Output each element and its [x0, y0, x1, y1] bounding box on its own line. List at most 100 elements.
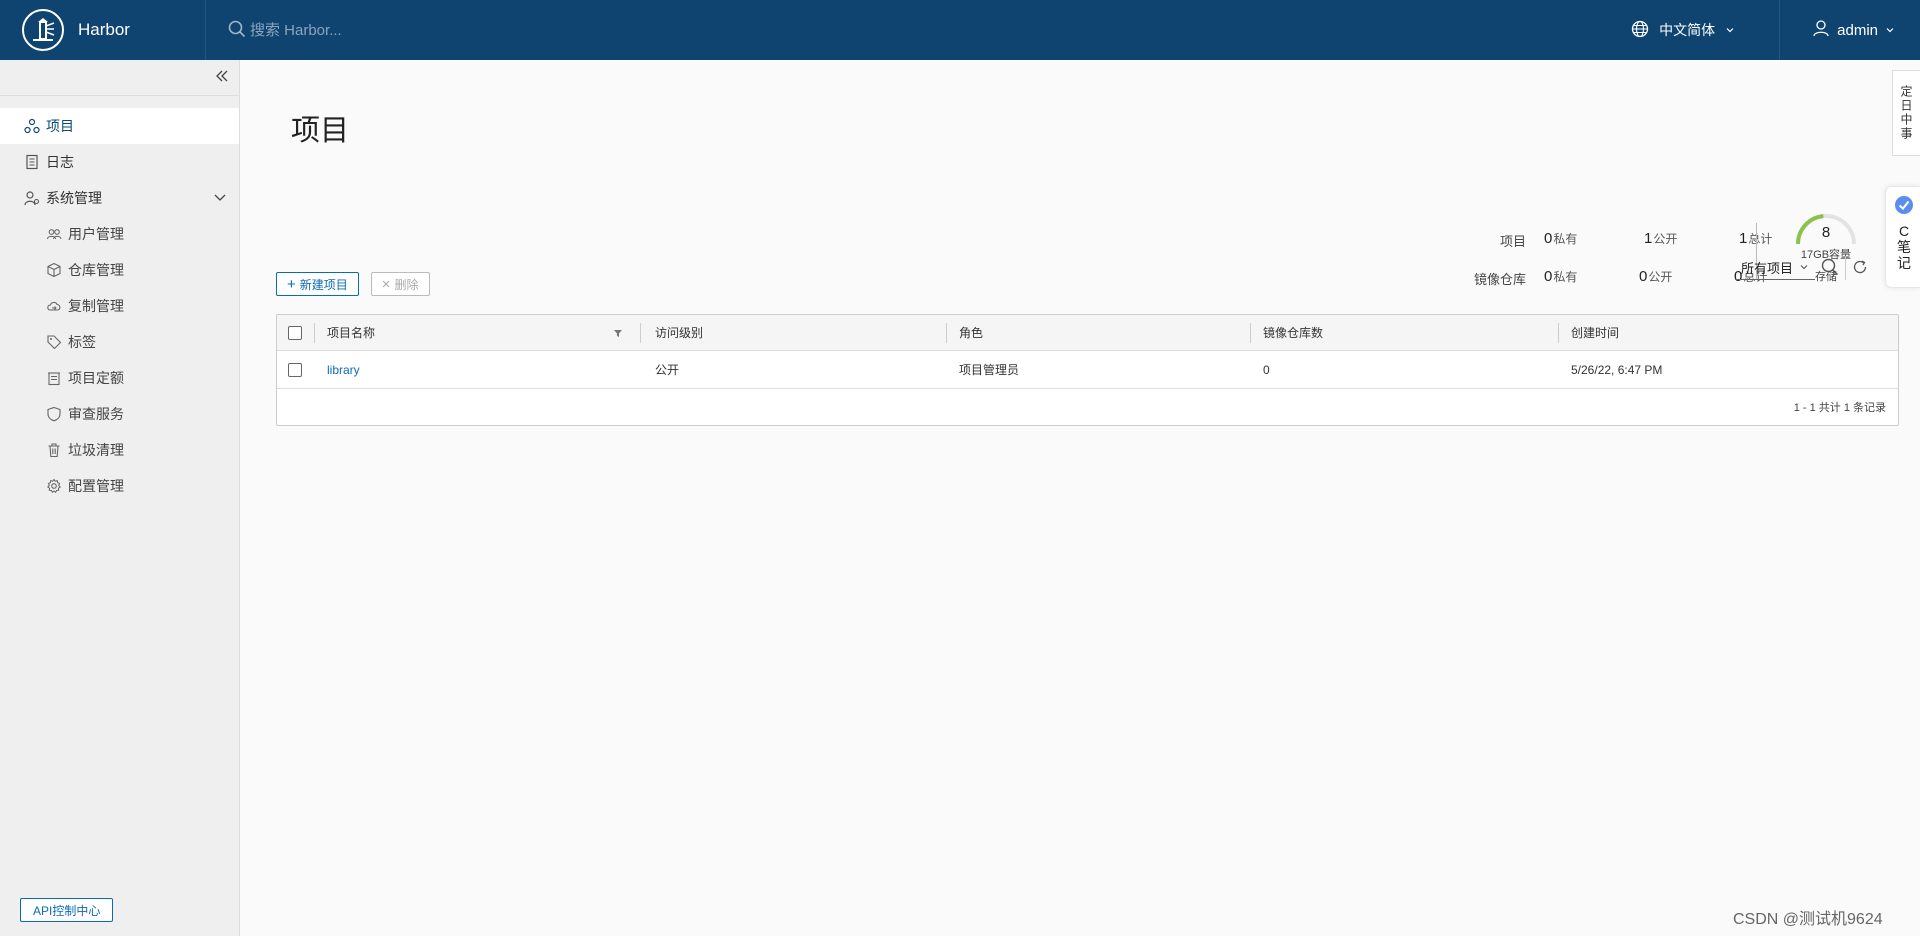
table-header: 项目名称 访问级别 角色 镜像仓库数 创建时间: [277, 315, 1898, 351]
top-header: Harbor 中文简体 admin: [0, 0, 1920, 60]
new-project-label: 新建项目: [299, 277, 348, 292]
users-icon: [46, 226, 62, 242]
user-menu[interactable]: admin: [1779, 0, 1920, 60]
sidebar-collapse-button[interactable]: [0, 60, 239, 96]
filter-icon[interactable]: [613, 315, 623, 350]
watermark: CSDN @测试机9624: [1733, 911, 1883, 928]
table-row: library 公开 项目管理员 0 5/26/22, 6:47 PM: [277, 351, 1898, 389]
column-separator: [1558, 323, 1559, 343]
delete-label: 删除: [394, 277, 419, 292]
table-footer: 1 - 1 共计 1 条记录: [1793, 401, 1886, 414]
column-separator: [946, 323, 947, 343]
close-icon: ×: [381, 275, 391, 293]
admin-icon: [24, 190, 40, 206]
language-selector[interactable]: 中文简体: [1625, 0, 1779, 60]
gear-icon: [46, 478, 62, 494]
search-icon: [228, 20, 246, 41]
project-type-select[interactable]: 所有项目: [1735, 256, 1815, 280]
column-header-repo-count[interactable]: 镜像仓库数: [1263, 315, 1323, 350]
sidebar-item-label: 标签: [68, 334, 96, 350]
sidebar-item-logs[interactable]: 日志: [0, 144, 239, 180]
storage-value: 8: [1821, 224, 1831, 241]
repos-public-count: 0公开: [1639, 268, 1673, 285]
sidebar: 项目 日志 系统管理 用户管理 仓库管理 复制管理 标签 项目定额 审查服务 垃…: [0, 60, 240, 936]
quota-icon: [46, 370, 62, 386]
sidebar-item-label: 复制管理: [68, 298, 124, 314]
plus-icon: +: [287, 275, 296, 293]
stats-label: 项目: [1499, 233, 1526, 249]
app-name: Harbor: [78, 20, 130, 39]
sidebar-item-interrogation[interactable]: 审查服务: [0, 396, 239, 432]
project-filter: 所有项目: [1735, 256, 1868, 280]
sidebar-item-projects[interactable]: 项目: [0, 108, 239, 144]
globe-icon: [1631, 20, 1649, 41]
storage-gauge: 8 17GB容量 存储: [1784, 208, 1868, 298]
filter-divider: [1845, 256, 1846, 280]
stats-label: 镜像仓库: [1473, 271, 1526, 287]
column-header-access-level[interactable]: 访问级别: [655, 315, 703, 350]
shield-icon: [46, 406, 62, 422]
search-icon[interactable]: [1821, 258, 1839, 279]
note-app-icon: [1894, 195, 1914, 218]
sidebar-item-users[interactable]: 用户管理: [0, 216, 239, 252]
column-header-name[interactable]: 项目名称: [327, 315, 375, 350]
projects-icon: [24, 118, 40, 134]
chevron-down-icon: [1725, 22, 1735, 38]
user-icon: [1812, 19, 1830, 41]
role-cell: 项目管理员: [959, 363, 1020, 377]
language-label: 中文简体: [1659, 22, 1716, 38]
harbor-logo-icon: [22, 9, 64, 51]
row-checkbox-cell: [288, 351, 302, 388]
sidebar-item-registries[interactable]: 仓库管理: [0, 252, 239, 288]
sidebar-item-configuration[interactable]: 配置管理: [0, 468, 239, 504]
chevron-down-icon: [1885, 22, 1895, 39]
column-header-creation-time[interactable]: 创建时间: [1571, 315, 1619, 350]
select-all-checkbox[interactable]: [288, 325, 302, 340]
sidebar-item-replication[interactable]: 复制管理: [0, 288, 239, 324]
api-explorer-button[interactable]: API控制中心: [20, 898, 114, 922]
sidebar-item-garbage-collection[interactable]: 垃圾清理: [0, 432, 239, 468]
project-toolbar: + 新建项目 × 删除: [276, 272, 442, 296]
creation-time-cell: 5/26/22, 6:47 PM: [1571, 362, 1663, 377]
replication-icon: [46, 298, 62, 314]
chevron-down-icon: [213, 190, 227, 207]
floating-note-widget[interactable]: C笔记: [1885, 186, 1920, 288]
search-input[interactable]: [250, 21, 570, 39]
global-search[interactable]: [205, 0, 605, 60]
column-separator: [640, 323, 641, 343]
registry-icon: [46, 262, 62, 278]
row-checkbox[interactable]: [288, 362, 302, 377]
project-type-value: 所有项目: [1741, 261, 1794, 276]
project-name-link[interactable]: library: [327, 351, 360, 388]
new-project-button[interactable]: + 新建项目: [276, 272, 359, 296]
access-level-cell: 公开: [655, 363, 680, 377]
repo-count-cell: 0: [1263, 362, 1270, 377]
column-header-role[interactable]: 角色: [959, 315, 983, 350]
delete-button[interactable]: × 删除: [370, 272, 430, 296]
sidebar-item-label: 用户管理: [68, 226, 124, 242]
projects-table: 项目名称 访问级别 角色 镜像仓库数 创建时间 library 公开 项目管理员…: [276, 314, 1899, 426]
trash-icon: [46, 442, 62, 458]
sidebar-item-labels[interactable]: 标签: [0, 324, 239, 360]
projects-public-count: 1公开: [1644, 230, 1678, 247]
sidebar-item-quotas[interactable]: 项目定额: [0, 360, 239, 396]
floating-side-tab[interactable]: 定日中事: [1892, 70, 1920, 156]
harbor-logo[interactable]: Harbor: [0, 0, 205, 60]
chevron-down-icon: [1799, 260, 1809, 275]
sidebar-item-label: 垃圾清理: [68, 442, 124, 458]
sidebar-item-label: 配置管理: [68, 478, 124, 494]
select-all-checkbox-cell: [288, 315, 302, 350]
sidebar-item-label: 项目: [46, 118, 74, 134]
page-title: 项目: [291, 115, 350, 147]
refresh-icon[interactable]: [1852, 259, 1868, 278]
projects-private-count: 0私有: [1544, 230, 1578, 247]
sidebar-item-label: 项目定额: [68, 370, 124, 386]
repos-private-count: 0私有: [1544, 268, 1578, 285]
column-separator: [314, 323, 315, 343]
sidebar-item-system-admin[interactable]: 系统管理: [0, 180, 239, 216]
tag-icon: [46, 334, 62, 350]
sidebar-item-label: 日志: [46, 154, 74, 170]
sidebar-item-label: 系统管理: [46, 190, 102, 206]
username: admin: [1837, 21, 1878, 39]
column-separator: [1250, 323, 1251, 343]
